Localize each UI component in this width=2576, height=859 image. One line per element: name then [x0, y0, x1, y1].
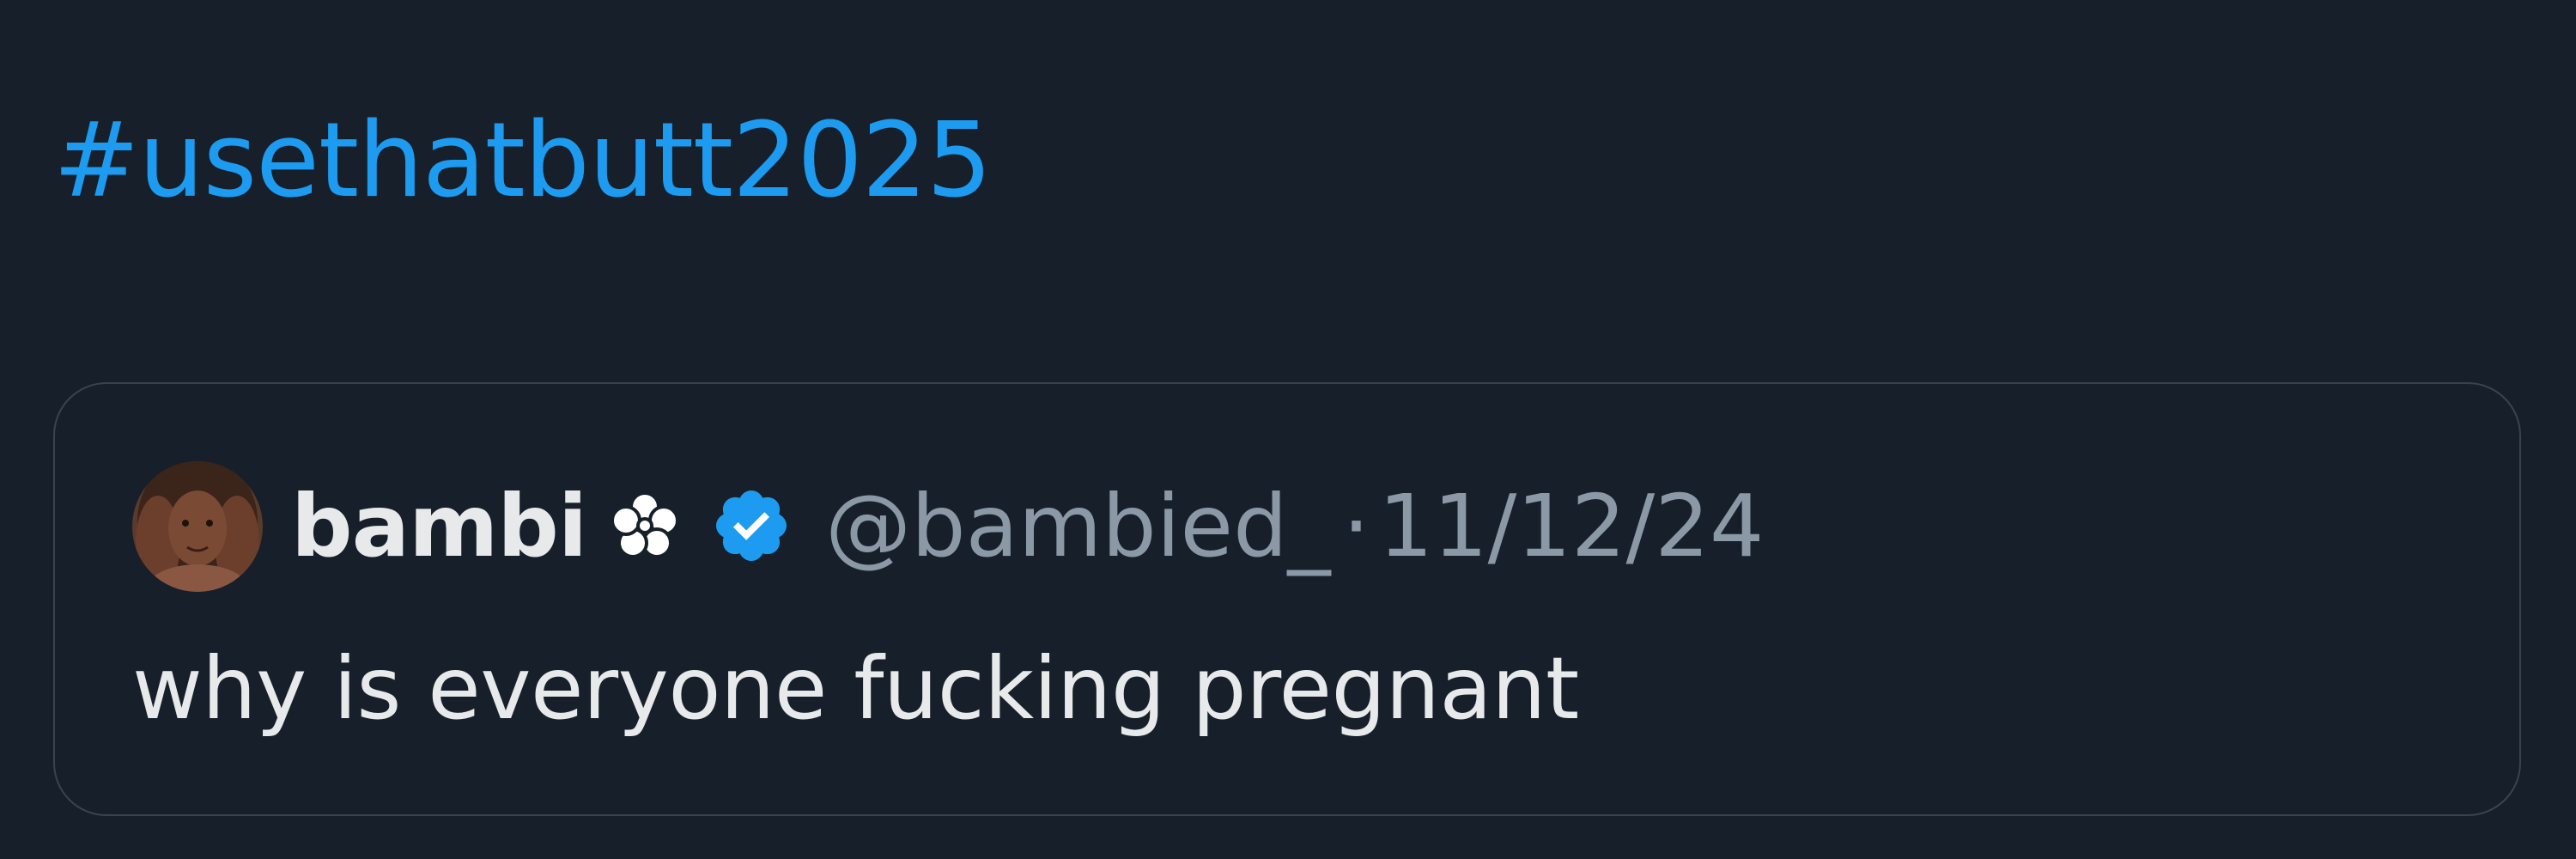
tweet-text: why is everyone fucking pregnant: [132, 638, 1579, 739]
tweet-date[interactable]: 11/12/24: [1378, 476, 1764, 576]
user-handle[interactable]: @bambied_: [825, 476, 1330, 576]
avatar[interactable]: [132, 461, 263, 592]
display-name[interactable]: bambi: [291, 476, 587, 576]
hashtag-link[interactable]: #usethatbutt2025: [53, 101, 992, 222]
verified-badge-icon[interactable]: [710, 484, 793, 567]
separator-dot: ·: [1342, 475, 1370, 576]
tweet-view: #usethatbutt2025 bambi @bambied_ · 11/12…: [0, 0, 2576, 859]
quoted-tweet-card[interactable]: bambi @bambied_ · 11/12/24 why is everyo…: [53, 382, 2521, 816]
avatar-image: [132, 461, 263, 592]
tweet-header: bambi @bambied_ · 11/12/24: [291, 470, 1764, 582]
flower-icon: [609, 490, 681, 562]
